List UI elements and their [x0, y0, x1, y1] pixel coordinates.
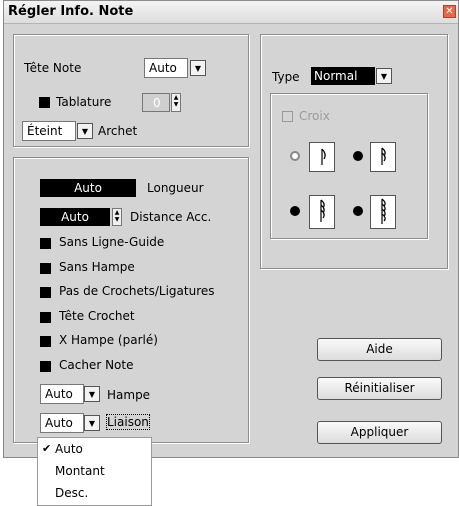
menu-item-up[interactable]: Montant — [38, 461, 151, 481]
chevron-down-icon[interactable]: ▼ — [376, 68, 392, 84]
type-label: Type — [272, 70, 300, 84]
spin-arrows-icon[interactable]: ▲ ▼ — [171, 93, 181, 112]
radio-sixty-fourth-note[interactable] — [353, 206, 363, 216]
eighth-note-icon — [309, 142, 335, 172]
stem-value: Auto — [45, 387, 73, 401]
sixty-fourth-note-icon — [370, 195, 396, 229]
sixty-fourth-note-glyph — [381, 198, 386, 224]
tablature-label: Tablature — [56, 95, 112, 109]
menu-item-down[interactable]: Desc. — [38, 483, 151, 503]
label-no-flags: Pas de Crochets/Ligatures — [59, 284, 215, 298]
acc-distance-field[interactable]: Auto — [40, 208, 110, 226]
chevron-down-icon[interactable]: ▼ — [84, 386, 100, 402]
bow-label: Archet — [98, 124, 138, 138]
type-value: Normal — [314, 69, 358, 83]
label-x-stem: X Hampe (parlé) — [59, 333, 158, 347]
type-select[interactable]: Normal — [311, 67, 375, 85]
help-button[interactable]: Aide — [317, 338, 442, 361]
checkbox-hide-note[interactable] — [40, 361, 51, 372]
notehead-select[interactable]: Auto — [144, 58, 188, 78]
tablature-checkbox[interactable] — [39, 97, 50, 108]
length-label: Longueur — [147, 181, 204, 195]
chevron-down-icon[interactable]: ▼ — [77, 123, 93, 139]
chevron-down-icon[interactable]: ▼ — [84, 415, 100, 431]
close-button[interactable]: ✕ — [443, 5, 456, 18]
checkbox-no-flags[interactable] — [40, 287, 51, 298]
notehead-label: Tête Note — [24, 61, 82, 75]
tablature-value: 0 — [153, 96, 161, 110]
tie-select[interactable]: Auto — [40, 413, 84, 433]
tie-dropdown-menu: ✔ Auto Montant Desc. — [37, 437, 152, 506]
apply-button[interactable]: Appliquer — [317, 421, 442, 444]
sixteenth-note-glyph — [381, 147, 386, 165]
tablature-value-field[interactable]: 0 — [142, 93, 170, 112]
checkbox-hook-head[interactable] — [40, 312, 51, 323]
title-bar[interactable]: Régler Info. Note ✕ — [4, 1, 458, 24]
tie-value: Auto — [45, 416, 73, 430]
acc-distance-value: Auto — [61, 210, 89, 224]
spin-arrows-icon[interactable]: ▲ ▼ — [112, 208, 122, 226]
checkbox-no-ledger[interactable] — [40, 238, 51, 249]
reset-button[interactable]: Réinitialiser — [317, 377, 442, 400]
stem-label: Hampe — [107, 388, 151, 402]
label-hide-note: Cacher Note — [59, 358, 134, 372]
window-title: Régler Info. Note — [8, 4, 134, 19]
sixteenth-note-icon — [370, 142, 396, 172]
length-value: Auto — [74, 181, 102, 195]
acc-distance-label: Distance Acc. — [130, 210, 212, 224]
checkbox-no-stem[interactable] — [40, 263, 51, 274]
menu-item-label: Auto — [55, 442, 83, 456]
croix-checkbox[interactable] — [282, 111, 293, 122]
thirty-second-note-glyph — [320, 199, 325, 222]
tie-label: Liaison — [106, 414, 150, 430]
notehead-value: Auto — [149, 61, 177, 75]
menu-item-label: Desc. — [55, 486, 89, 500]
menu-item-label: Montant — [55, 464, 105, 478]
bow-select[interactable]: Éteint — [22, 121, 76, 141]
dialog-window: Régler Info. Note ✕ Tête Note Auto ▼ Tab… — [3, 0, 459, 458]
stem-select[interactable]: Auto — [40, 384, 84, 404]
croix-label: Croix — [299, 109, 330, 123]
checkmark-icon: ✔ — [42, 442, 52, 455]
radio-thirty-second-note[interactable] — [290, 206, 300, 216]
length-field[interactable]: Auto — [40, 179, 136, 197]
eighth-note-glyph — [321, 148, 326, 165]
radio-eighth-note[interactable] — [290, 151, 300, 161]
radio-sixteenth-note[interactable] — [353, 151, 363, 161]
thirty-second-note-icon — [309, 195, 335, 229]
label-no-ledger: Sans Ligne-Guide — [59, 235, 165, 249]
label-no-stem: Sans Hampe — [59, 260, 135, 274]
chevron-down-icon[interactable]: ▼ — [190, 60, 206, 76]
croix-group — [270, 93, 428, 239]
menu-item-auto[interactable]: ✔ Auto — [38, 439, 151, 459]
bow-value: Éteint — [27, 124, 63, 138]
label-hook-head: Tête Crochet — [59, 309, 135, 323]
checkbox-x-stem[interactable] — [40, 336, 51, 347]
